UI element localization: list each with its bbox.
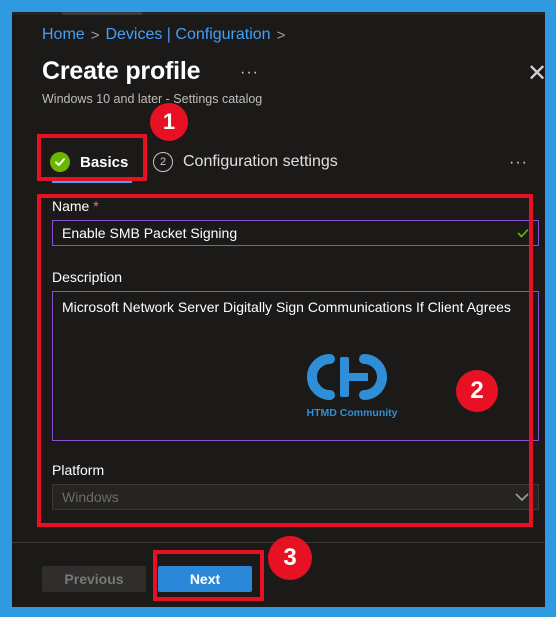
htmd-logo-caption: HTMD Community — [306, 407, 398, 419]
checkmark-icon — [50, 152, 70, 172]
breadcrumb-devices-configuration[interactable]: Devices | Configuration — [105, 26, 270, 44]
description-label: Description — [52, 269, 123, 285]
platform-select[interactable]: Windows — [52, 484, 539, 510]
description-field-value: Microsoft Network Server Digitally Sign … — [62, 299, 511, 315]
htmd-logo-mark-icon — [307, 354, 387, 400]
wizard-steps: Basics 2 Configuration settings ··· — [12, 152, 545, 192]
htmd-community-logo: HTMD Community — [292, 347, 412, 422]
step-number-icon: 2 — [153, 152, 173, 172]
top-bar — [12, 12, 545, 15]
platform-label: Platform — [52, 462, 105, 478]
required-asterisk: * — [93, 198, 99, 214]
name-field-value: Enable SMB Packet Signing — [62, 225, 238, 241]
breadcrumb-separator: > — [276, 26, 286, 44]
tab-configuration-settings[interactable]: 2 Configuration settings — [153, 152, 338, 172]
create-profile-panel: Home > Devices | Configuration > Create … — [12, 12, 545, 607]
annotation-marker-1: 1 — [150, 103, 188, 141]
top-bar-segment — [62, 12, 142, 15]
tab-basics-label: Basics — [80, 153, 129, 171]
valid-check-icon — [517, 225, 529, 241]
annotation-marker-2: 2 — [456, 370, 498, 412]
close-icon[interactable]: ✕ — [525, 62, 545, 86]
previous-button[interactable]: Previous — [42, 566, 146, 592]
more-options-icon[interactable]: ··· — [240, 64, 259, 82]
active-tab-indicator — [52, 180, 132, 183]
breadcrumb: Home > Devices | Configuration > — [42, 26, 285, 44]
next-button[interactable]: Next — [158, 566, 252, 592]
page-subtitle: Windows 10 and later - Settings catalog — [42, 92, 263, 106]
annotation-marker-3: 3 — [268, 536, 312, 580]
tab-configuration-settings-label: Configuration settings — [183, 153, 338, 170]
page-title: Create profile — [42, 57, 201, 85]
chevron-down-icon — [515, 490, 529, 505]
tab-basics[interactable]: Basics — [50, 152, 128, 172]
name-field[interactable]: Enable SMB Packet Signing — [52, 220, 539, 246]
name-label-text: Name — [52, 198, 90, 214]
name-label: Name * — [52, 198, 99, 214]
more-steps-icon[interactable]: ··· — [509, 154, 528, 172]
breadcrumb-separator: > — [90, 26, 100, 44]
platform-select-value: Windows — [62, 489, 119, 505]
breadcrumb-home[interactable]: Home — [42, 26, 85, 44]
